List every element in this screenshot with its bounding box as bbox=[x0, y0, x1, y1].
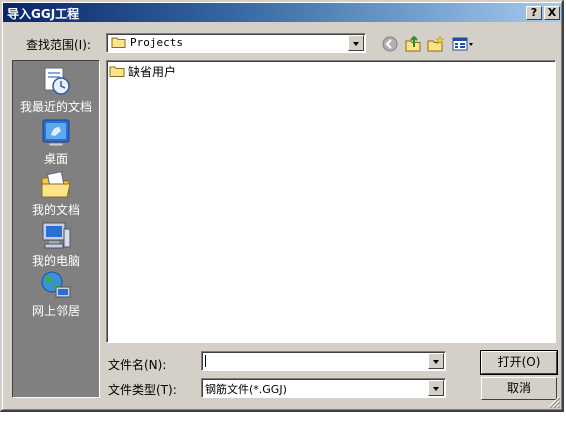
filename-input-inner bbox=[202, 352, 445, 370]
network-icon bbox=[41, 271, 71, 298]
file-list-inner bbox=[107, 61, 555, 342]
help-button[interactable]: ? bbox=[526, 6, 542, 20]
place-label: 桌面 bbox=[43, 152, 68, 166]
window-title: 导入GGJ工程 bbox=[7, 7, 80, 21]
filetype-select[interactable]: 钢筋文件(*.GGJ) bbox=[201, 378, 446, 398]
lookin-value: Projects bbox=[130, 35, 183, 49]
place-label: 我的文档 bbox=[31, 203, 80, 217]
folder-icon bbox=[111, 37, 126, 48]
my-computer-icon bbox=[42, 222, 71, 249]
cancel-button[interactable]: 取消 bbox=[481, 377, 557, 400]
place-desktop[interactable]: 桌面 bbox=[13, 117, 99, 167]
file-list[interactable]: 缺省用户 bbox=[106, 60, 556, 343]
filename-dropdown-button[interactable] bbox=[428, 353, 444, 369]
back-icon[interactable] bbox=[381, 35, 399, 53]
lookin-dropdown-button[interactable] bbox=[348, 35, 364, 51]
place-network[interactable]: 网上邻居 bbox=[13, 269, 99, 319]
folder-icon bbox=[109, 66, 125, 77]
desktop-icon bbox=[42, 119, 70, 147]
place-label: 我的电脑 bbox=[31, 254, 80, 268]
close-button[interactable]: X bbox=[544, 6, 560, 20]
filetype-value: 钢筋文件(*.GGJ) bbox=[205, 383, 287, 396]
filename-input[interactable] bbox=[201, 351, 446, 371]
file-name: 缺省用户 bbox=[128, 64, 177, 79]
views-menu-icon[interactable] bbox=[451, 35, 475, 53]
place-my-documents[interactable]: 我的文档 bbox=[13, 168, 99, 218]
new-folder-icon[interactable] bbox=[427, 35, 445, 53]
filetype-dropdown-button[interactable] bbox=[428, 380, 444, 396]
place-label: 网上邻居 bbox=[31, 304, 80, 318]
places-bar: 我最近的文档 桌面 我的文档 我的电脑 网上邻居 bbox=[12, 60, 100, 398]
place-label: 我最近的文档 bbox=[19, 100, 92, 114]
resize-grip-icon[interactable] bbox=[548, 396, 560, 408]
open-dialog-window: 导入GGJ工程 ? X 查找范围(I): Projects 我最近的文档 桌面 … bbox=[0, 0, 564, 412]
lookin-combo[interactable]: Projects bbox=[106, 33, 366, 53]
place-my-computer[interactable]: 我的电脑 bbox=[13, 219, 99, 269]
filename-label: 文件名(N): bbox=[108, 358, 167, 372]
list-item[interactable]: 缺省用户 bbox=[109, 63, 176, 79]
recent-docs-icon bbox=[44, 67, 70, 95]
filetype-label: 文件类型(T): bbox=[108, 383, 177, 397]
title-bar[interactable]: 导入GGJ工程 ? X bbox=[3, 3, 561, 22]
up-folder-icon[interactable] bbox=[404, 35, 422, 53]
lookin-label: 查找范围(I): bbox=[26, 38, 91, 52]
text-caret bbox=[205, 355, 206, 367]
open-button[interactable]: 打开(O) bbox=[480, 350, 558, 375]
place-recent-docs[interactable]: 我最近的文档 bbox=[13, 65, 99, 115]
my-documents-icon bbox=[41, 171, 71, 198]
lookin-current: Projects bbox=[111, 35, 183, 49]
